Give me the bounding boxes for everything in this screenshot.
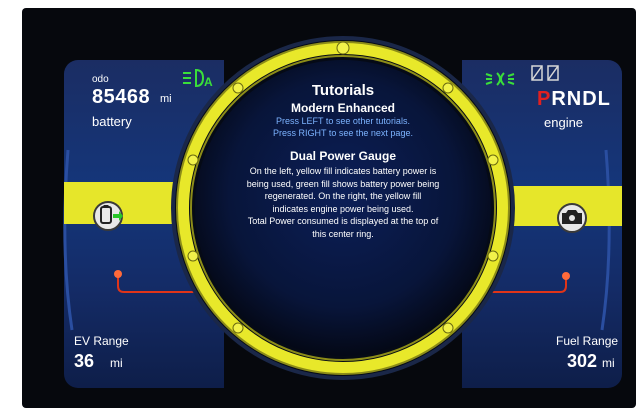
tutorial-body-line: On the left, yellow fill indicates batte…	[249, 166, 437, 176]
fuel-range-label: Fuel Range	[556, 334, 619, 348]
instrument-cluster: A odo 85468 mi battery EV Range 36 mi PR…	[0, 0, 642, 409]
tutorial-subtitle: Modern Enhanced	[290, 101, 395, 115]
tutorial-body-line: Total Power consumed is displayed at the…	[247, 216, 439, 226]
tutorial-body: On the left, yellow fill indicates batte…	[221, 165, 465, 240]
engine-gauge-arc	[600, 149, 611, 331]
battery-charge-icon	[93, 201, 123, 231]
tutorial-body-line: this center ring.	[312, 228, 374, 239]
tutorial-body-line: being used, green fill shows battery pow…	[246, 178, 440, 189]
battery-gauge-arc	[63, 149, 74, 331]
engine-icon	[557, 203, 587, 233]
tutorial-panel: Tutorials Modern Enhanced Press LEFT to …	[221, 82, 465, 240]
odometer-unit: mi	[160, 93, 172, 105]
tutorial-section-title: Dual Power Gauge	[289, 149, 397, 163]
headlight-auto-icon: A	[183, 68, 213, 89]
engine-label: engine	[544, 115, 584, 130]
odometer-value: 85468	[92, 86, 151, 108]
ev-range-value: 36	[74, 351, 95, 371]
fuel-range-value: 302	[567, 351, 598, 371]
tutorial-body-line: indicates engine power being used.	[272, 203, 414, 214]
fuel-range-unit: mi	[602, 356, 615, 370]
tutorial-hint-right: Press RIGHT to see the next page.	[273, 128, 413, 138]
battery-label: battery	[92, 114, 132, 129]
odometer-label: odo	[92, 74, 109, 85]
parking-light-icon	[485, 72, 515, 86]
svg-text:A: A	[204, 75, 213, 89]
gear-current: P	[537, 88, 552, 110]
tutorial-title: Tutorials	[311, 82, 375, 99]
tutorial-body-line: regenerated. On the right, the yellow fi…	[264, 191, 422, 201]
ev-range-unit: mi	[110, 356, 123, 370]
gear-others: RNDL	[551, 88, 611, 110]
tutorial-hint-left: Press LEFT to see other tutorials.	[276, 116, 410, 126]
ev-range-label: EV Range	[74, 334, 129, 348]
seatbelt-icon	[531, 65, 559, 81]
gear-selector: PRNDL	[537, 88, 611, 111]
